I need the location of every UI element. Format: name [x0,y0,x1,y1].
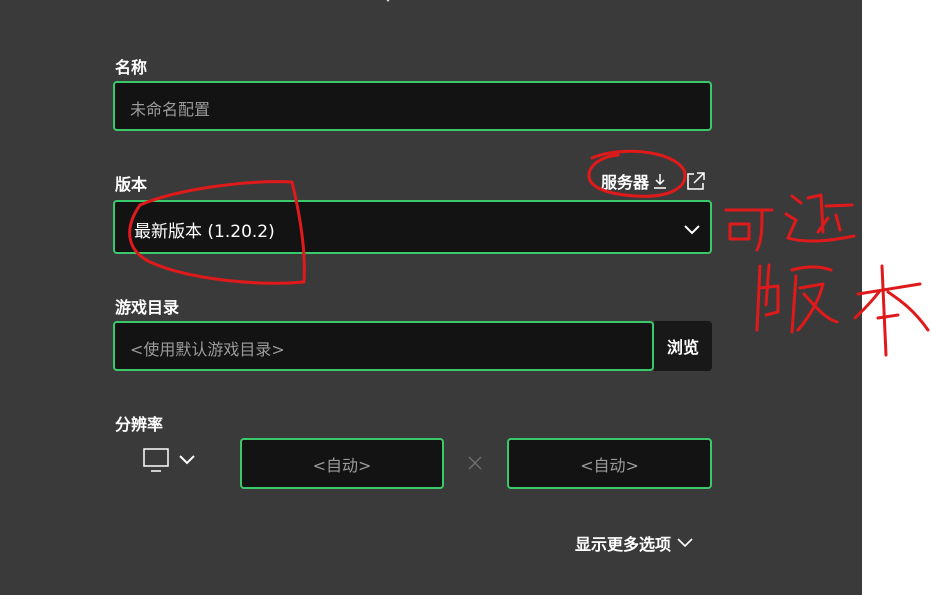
version-select[interactable]: 最新版本 (1.20.2) [113,200,712,254]
resolution-height-placeholder: <自动> [580,455,639,475]
resolution-height-input[interactable]: <自动> [507,438,712,489]
version-selected-value: 最新版本 (1.20.2) [134,222,275,242]
chevron-down-icon [677,538,693,548]
game-directory-label: 游戏目录 [115,298,180,317]
show-more-options-button[interactable]: 显示更多选项 [575,531,693,555]
name-label: 名称 [115,58,148,77]
name-input[interactable]: 未命名配置 [113,81,712,131]
download-icon [654,174,667,189]
browse-button[interactable]: 浏览 [654,321,712,371]
resolution-label: 分辨率 [115,415,164,434]
resolution-width-placeholder: <自动> [312,455,372,475]
version-label: 版本 [115,175,148,194]
chevron-down-icon [684,225,700,235]
chevron-down-icon [179,455,195,465]
external-link-icon[interactable] [686,171,706,191]
game-directory-placeholder: <使用默认游戏目录> [130,340,285,359]
resolution-width-input[interactable]: <自动> [240,438,444,489]
monitor-icon [143,448,169,472]
game-directory-input[interactable]: <使用默认游戏目录> [113,321,654,371]
installation-settings-panel: 名称 未命名配置 版本 服务器 最新版本 (1.20.2) 游戏目录 <使用默认… [0,0,862,595]
server-link-label: 服务器 [601,173,650,192]
name-input-placeholder: 未命名配置 [130,100,211,119]
resolution-preset-dropdown[interactable] [142,447,196,473]
show-more-options-label: 显示更多选项 [575,535,672,554]
server-download-link[interactable]: 服务器 [601,169,667,193]
times-icon [468,456,482,470]
profile-icon [386,0,390,2]
